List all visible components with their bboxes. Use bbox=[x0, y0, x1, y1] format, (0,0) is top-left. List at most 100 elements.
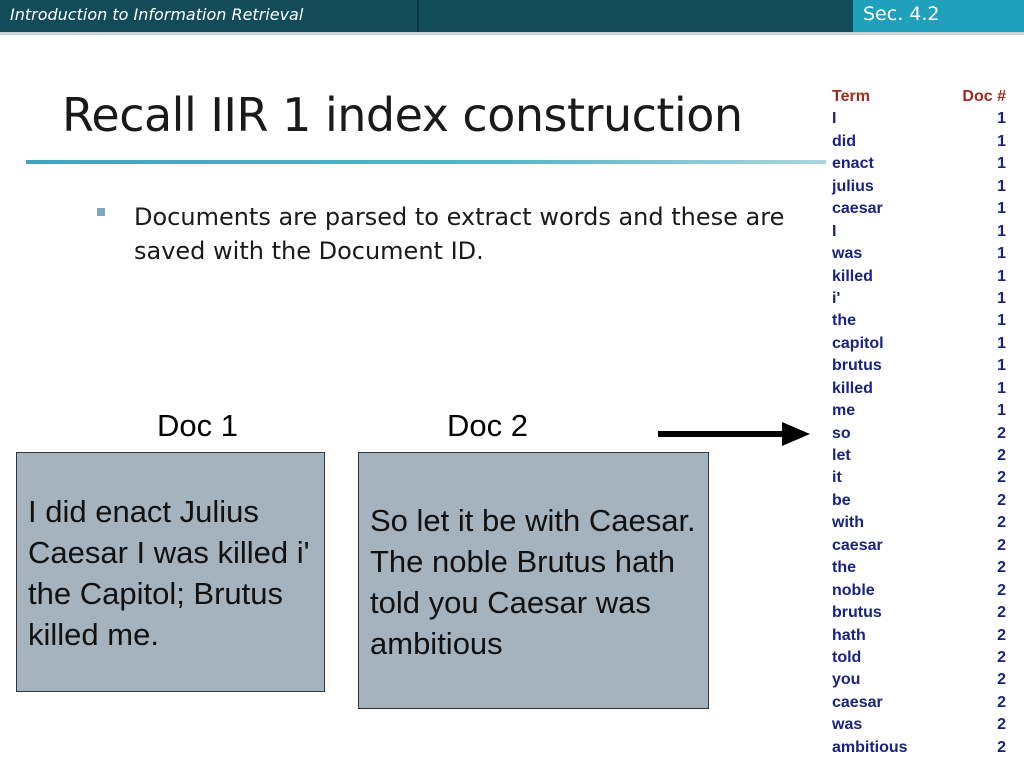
term-cell: so bbox=[832, 424, 851, 442]
term-cell: enact bbox=[832, 155, 874, 173]
table-row: was 1 bbox=[829, 243, 1009, 265]
table-row: brutus 2 bbox=[829, 602, 1009, 624]
term-cell: caesar bbox=[832, 693, 883, 711]
doc-id-cell: 2 bbox=[997, 559, 1006, 577]
term-table-body: I 1 did 1 enact 1 julius 1 caesar 1 I 1 was 1 killed 1 i… bbox=[829, 108, 1009, 759]
header-shadow bbox=[0, 32, 1024, 35]
doc-id-cell: 2 bbox=[997, 604, 1006, 622]
term-cell: julius bbox=[832, 177, 874, 195]
term-cell: caesar bbox=[832, 536, 883, 554]
table-row: i' 1 bbox=[829, 288, 1009, 310]
doc-id-cell: 1 bbox=[997, 245, 1006, 263]
doc-id-cell: 1 bbox=[997, 177, 1006, 195]
doc-id-cell: 1 bbox=[997, 155, 1006, 173]
term-cell: I bbox=[832, 110, 837, 128]
table-row: so 2 bbox=[829, 423, 1009, 445]
term-cell: you bbox=[832, 671, 861, 689]
table-row: me 1 bbox=[829, 400, 1009, 422]
table-row: noble 2 bbox=[829, 580, 1009, 602]
doc-id-cell: 1 bbox=[997, 379, 1006, 397]
doc-id-cell: 2 bbox=[997, 514, 1006, 532]
doc-id-cell: 1 bbox=[997, 312, 1006, 330]
table-row: be 2 bbox=[829, 490, 1009, 512]
doc-id-cell: 1 bbox=[997, 334, 1006, 352]
doc-id-cell: 1 bbox=[997, 357, 1006, 375]
doc-id-cell: 2 bbox=[997, 693, 1006, 711]
table-row: the 1 bbox=[829, 310, 1009, 332]
term-column-header: Term bbox=[832, 88, 870, 105]
doc2-text: So let it be with Caesar. The noble Brut… bbox=[370, 503, 696, 661]
doc-id-cell: 2 bbox=[997, 447, 1006, 464]
table-row: it 2 bbox=[829, 467, 1009, 489]
doc-id-cell: 2 bbox=[997, 536, 1006, 554]
table-row: ambitious 2 bbox=[829, 737, 1009, 759]
table-row: killed 1 bbox=[829, 378, 1009, 400]
square-bullet-icon bbox=[97, 208, 105, 216]
doc-id-cell: 1 bbox=[997, 402, 1006, 420]
doc-id-cell: 2 bbox=[997, 491, 1006, 509]
term-cell: it bbox=[832, 469, 842, 487]
doc1-label: Doc 1 bbox=[157, 408, 238, 443]
doc1-box: I did enact Julius Caesar I was killed i… bbox=[16, 452, 325, 692]
doc-id-cell: 1 bbox=[997, 200, 1006, 218]
term-cell: was bbox=[832, 716, 863, 734]
table-row: I1 bbox=[829, 221, 1009, 243]
term-cell: i' bbox=[832, 289, 841, 307]
doc-id-cell: 2 bbox=[997, 626, 1006, 644]
doc-id-cell: 1 bbox=[997, 110, 1006, 128]
term-cell: let bbox=[832, 447, 851, 464]
doc-id-cell: 1 bbox=[997, 132, 1006, 150]
table-row: hath 2 bbox=[829, 625, 1009, 647]
term-cell: ambitious bbox=[832, 738, 908, 756]
doc1-text: I did enact Julius Caesar I was killed i… bbox=[28, 494, 310, 652]
doc-id-cell: 1 bbox=[997, 222, 1006, 240]
term-cell: killed bbox=[832, 267, 873, 285]
doc-id-cell: 2 bbox=[997, 581, 1006, 599]
doc-id-cell: 2 bbox=[997, 469, 1006, 487]
term-cell: told bbox=[832, 648, 862, 666]
doc-id-cell: 1 bbox=[997, 289, 1006, 307]
term-cell: capitol bbox=[832, 334, 884, 352]
term-cell: with bbox=[832, 514, 864, 532]
section-badge: Sec. 4.2 bbox=[853, 0, 1024, 32]
table-row: with 2 bbox=[829, 512, 1009, 534]
term-table-header: Term Doc # bbox=[829, 86, 1009, 108]
slide-title: Recall IIR 1 index construction bbox=[62, 88, 743, 142]
section-label: Sec. 4.2 bbox=[863, 3, 940, 25]
table-row: was 2 bbox=[829, 714, 1009, 736]
table-row: caesar 2 bbox=[829, 535, 1009, 557]
term-cell: the bbox=[832, 559, 856, 577]
term-cell: the bbox=[832, 312, 856, 330]
course-title: Introduction to Information Retrieval bbox=[10, 5, 304, 24]
table-row: capitol 1 bbox=[829, 333, 1009, 355]
term-cell: brutus bbox=[832, 357, 882, 375]
table-row: let 2 bbox=[829, 445, 1009, 467]
doc-id-cell: 1 bbox=[997, 267, 1006, 285]
table-row: you 2 bbox=[829, 669, 1009, 691]
table-row: caesar 1 bbox=[829, 198, 1009, 220]
term-cell: me bbox=[832, 402, 856, 420]
doc-column-header: Doc # bbox=[962, 88, 1006, 105]
right-arrow-icon bbox=[658, 422, 810, 446]
term-cell: caesar bbox=[832, 200, 883, 218]
table-row: told 2 bbox=[829, 647, 1009, 669]
doc-id-cell: 2 bbox=[997, 671, 1006, 689]
header-bar: Introduction to Information Retrieval Se… bbox=[0, 0, 1024, 32]
doc2-label: Doc 2 bbox=[447, 408, 528, 443]
term-cell: noble bbox=[832, 581, 875, 599]
doc-id-cell: 2 bbox=[997, 648, 1006, 666]
term-cell: I bbox=[832, 222, 837, 240]
table-row: the 2 bbox=[829, 557, 1009, 579]
term-cell: hath bbox=[832, 626, 866, 644]
table-row: I1 bbox=[829, 108, 1009, 130]
term-cell: was bbox=[832, 245, 863, 263]
table-row: caesar 2 bbox=[829, 692, 1009, 714]
table-row: brutus 1 bbox=[829, 355, 1009, 377]
table-row: killed 1 bbox=[829, 266, 1009, 288]
doc-id-cell: 2 bbox=[997, 424, 1006, 442]
title-underline bbox=[26, 160, 826, 164]
doc2-box: So let it be with Caesar. The noble Brut… bbox=[358, 452, 709, 709]
table-row: did 1 bbox=[829, 131, 1009, 153]
doc-id-cell: 2 bbox=[997, 716, 1006, 734]
term-table: Term Doc # I 1 did 1 enact 1 julius 1 caesar 1 I 1 w… bbox=[829, 86, 1009, 759]
